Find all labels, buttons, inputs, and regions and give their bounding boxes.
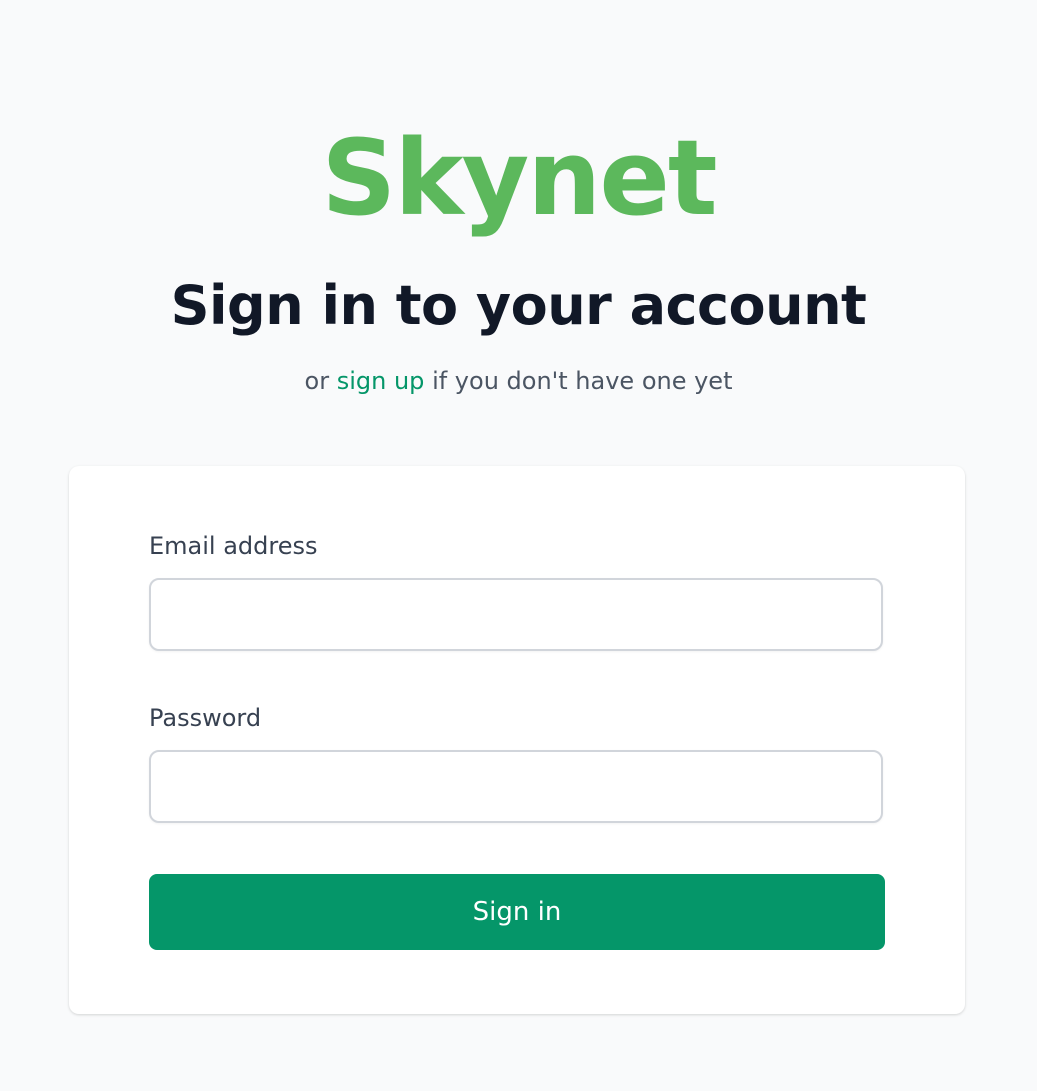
email-label: Email address [149,532,318,560]
sign-in-button[interactable]: Sign in [149,874,885,950]
email-input[interactable] [149,578,883,651]
subtitle-prefix: or [304,367,330,395]
password-label: Password [149,704,262,732]
page-title: Sign in to your account [170,274,867,337]
subtitle-suffix: if you don't have one yet [432,367,733,395]
signup-prompt: or sign up if you don't have one yet [0,364,1037,398]
skynet-logo: Skynet [321,117,717,239]
password-input[interactable] [149,750,883,823]
sign-in-card: Email address Password Sign in [69,466,965,1014]
sign-up-link[interactable]: sign up [337,367,425,395]
